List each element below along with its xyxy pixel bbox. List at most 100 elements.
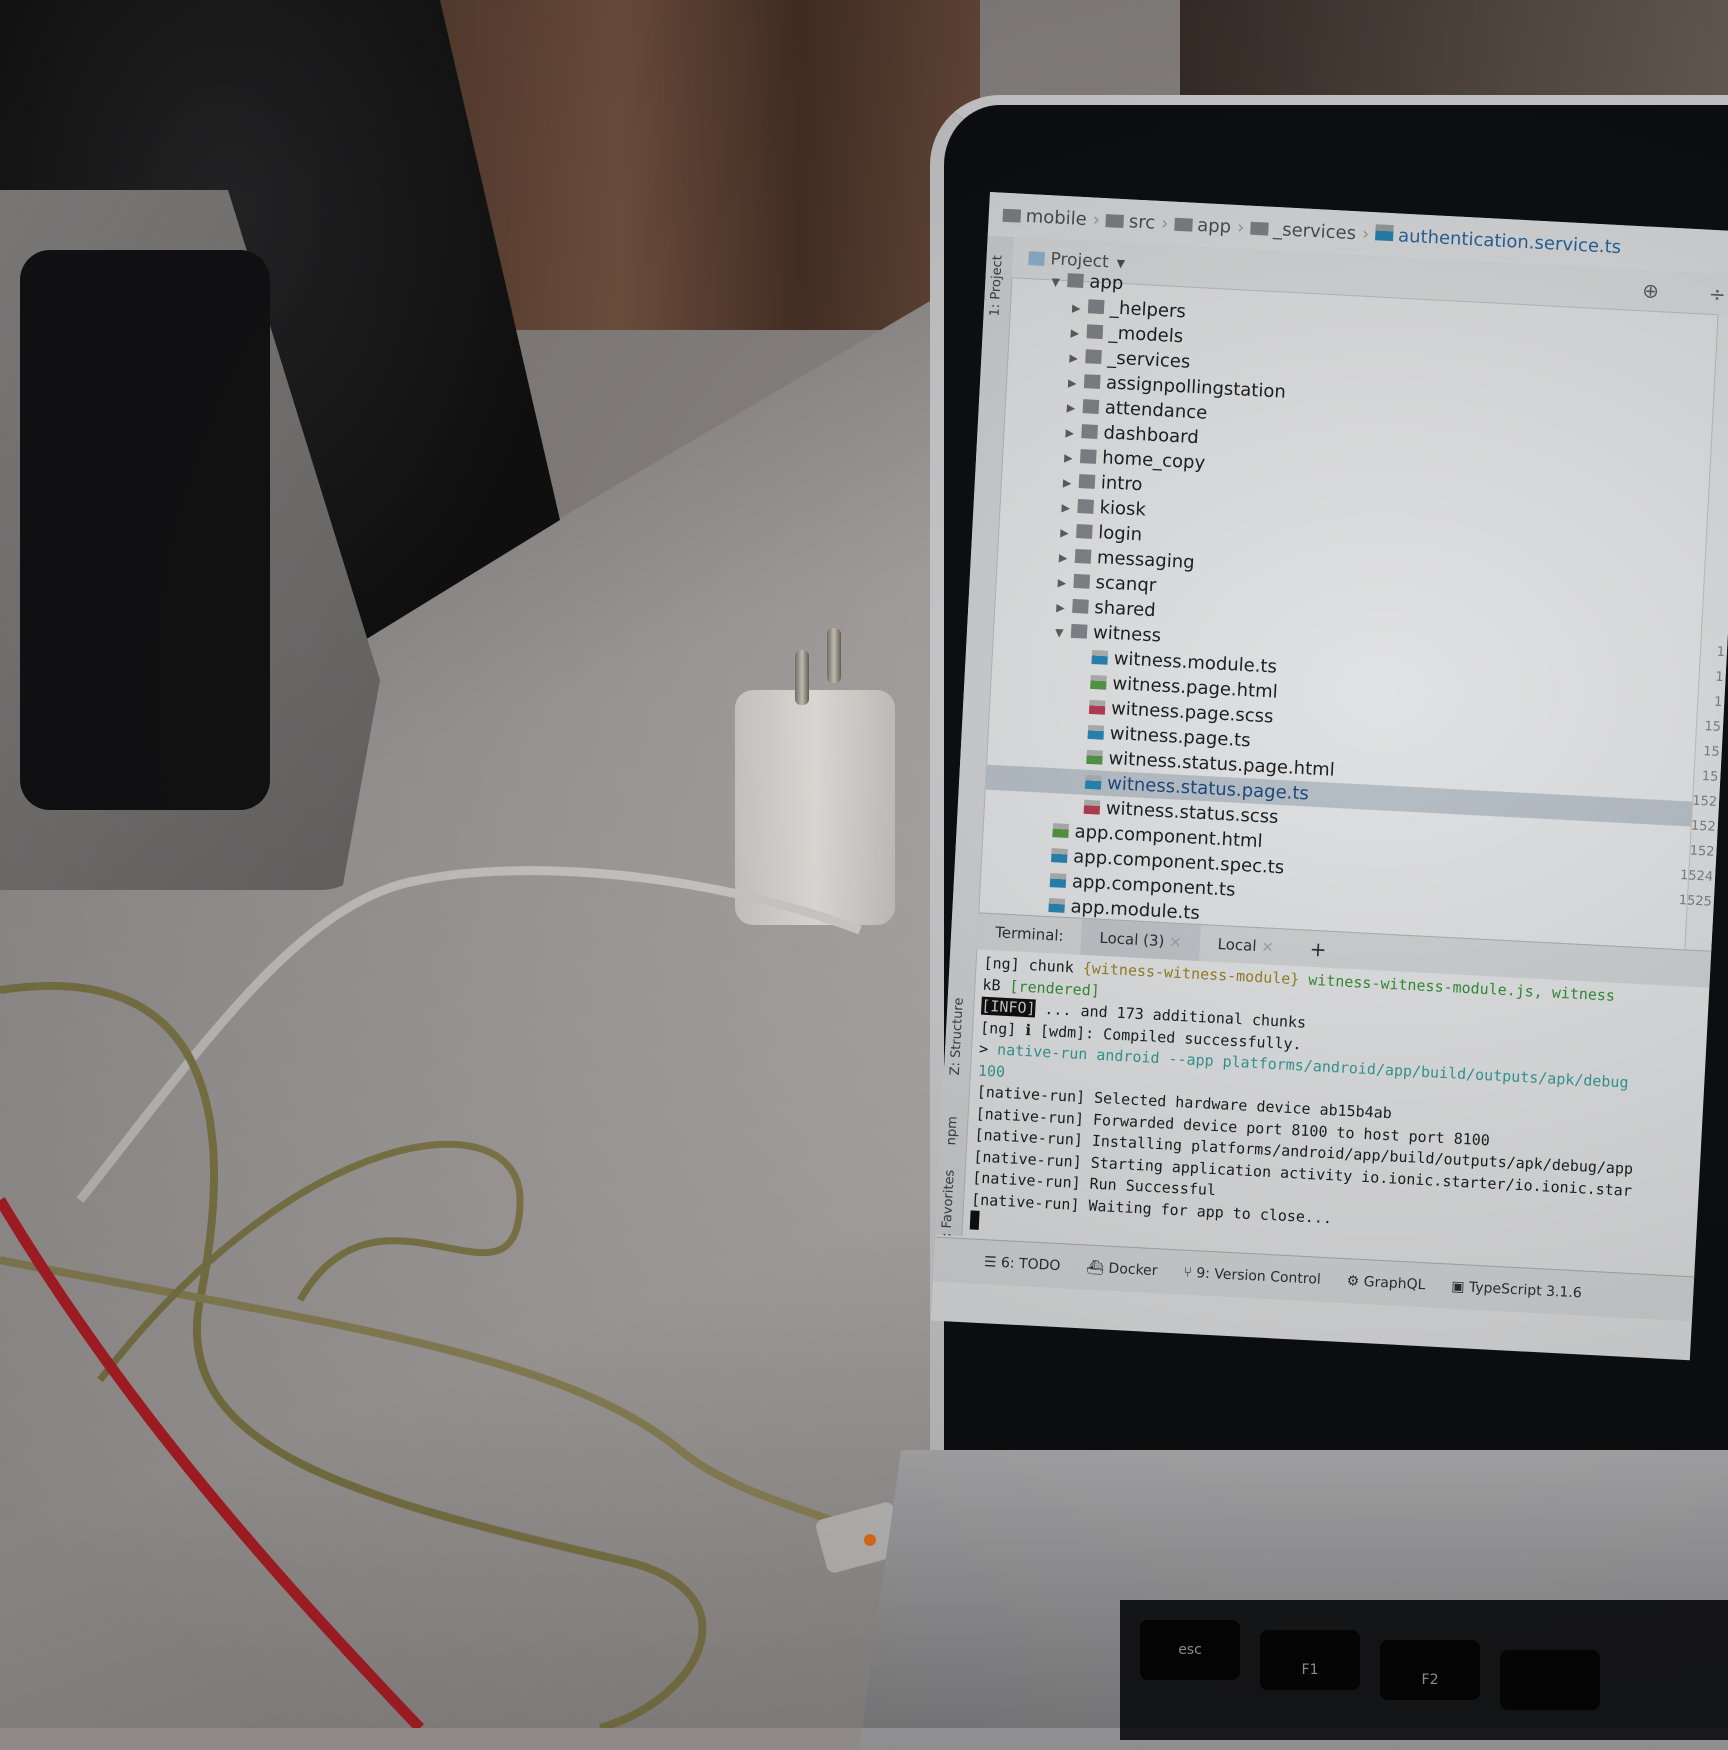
collapsed-arrow-icon[interactable]: ▶ xyxy=(1067,370,1084,396)
collapsed-arrow-icon[interactable]: ▶ xyxy=(1062,470,1079,496)
line-number: 1525 xyxy=(1678,893,1713,910)
scss-file-icon xyxy=(1083,799,1101,815)
project-icon xyxy=(1028,251,1045,266)
breadcrumb-item[interactable]: app xyxy=(1174,213,1232,237)
terminal-output[interactable]: [ng] chunk {witness-witness-module} witn… xyxy=(961,948,1710,1284)
chevron-down-icon[interactable]: ▼ xyxy=(1116,256,1125,269)
collapsed-arrow-icon[interactable]: ▶ xyxy=(1065,420,1082,446)
expanded-arrow-icon[interactable]: ▼ xyxy=(1054,620,1071,646)
tree-item-label: attendance xyxy=(1104,397,1208,424)
tree-item-label: witness xyxy=(1092,622,1162,647)
line-number: 1 xyxy=(1716,644,1726,661)
breadcrumb-item[interactable]: src xyxy=(1105,210,1156,233)
tree-item-label: intro xyxy=(1100,472,1143,496)
expanded-arrow-icon[interactable]: ▼ xyxy=(1051,269,1068,295)
ts-file-icon xyxy=(1084,774,1102,790)
graphql-tab[interactable]: ⚙ GraphQL xyxy=(1346,1273,1426,1293)
tree-item-label: shared xyxy=(1093,597,1157,622)
breadcrumb-item[interactable]: mobile xyxy=(1002,204,1087,230)
key-f1[interactable]: F1 xyxy=(1260,1630,1360,1690)
line-number: 15 xyxy=(1701,769,1719,785)
folder-icon xyxy=(1082,399,1100,414)
line-number: 152 xyxy=(1691,793,1718,810)
line-number: 152 xyxy=(1690,818,1717,835)
collapsed-arrow-icon[interactable]: ▶ xyxy=(1060,520,1077,546)
line-number: 1 xyxy=(1713,694,1723,711)
collapsed-arrow-icon[interactable]: ▶ xyxy=(1061,495,1078,521)
folder-icon xyxy=(1078,474,1096,489)
collapsed-arrow-icon[interactable]: ▶ xyxy=(1057,570,1074,596)
collapsed-arrow-icon[interactable]: ▶ xyxy=(1066,395,1083,421)
tree-item-label: _helpers xyxy=(1109,297,1187,323)
collapsed-arrow-icon[interactable]: ▶ xyxy=(1056,595,1073,621)
red-cable xyxy=(0,1197,424,1728)
tree-item-label: scanqr xyxy=(1095,572,1157,597)
collapsed-arrow-icon[interactable]: ▶ xyxy=(1069,345,1086,371)
line-number: 15 xyxy=(1702,744,1721,760)
folder-icon xyxy=(1073,573,1091,589)
folder-icon xyxy=(1070,623,1088,639)
html-file-icon xyxy=(1086,749,1103,765)
folder-icon xyxy=(1002,208,1022,223)
npm-tool-tab[interactable]: npm xyxy=(944,1116,961,1146)
keyboard: esc F1 F2 xyxy=(1120,1600,1728,1740)
tree-item-label: kiosk xyxy=(1099,497,1147,521)
folder-icon xyxy=(1079,449,1097,464)
tree-item-label: login xyxy=(1097,522,1143,546)
folder-icon xyxy=(1105,213,1125,228)
key-esc[interactable]: esc xyxy=(1140,1620,1240,1680)
folder-icon xyxy=(1086,324,1104,340)
folder-icon xyxy=(1249,221,1269,236)
project-tool-tab[interactable]: 1: Project xyxy=(988,255,1006,317)
tree-item-label: _models xyxy=(1108,322,1184,348)
new-terminal-button[interactable]: + xyxy=(1291,930,1346,969)
version-control-tab[interactable]: ⑂ 9: Version Control xyxy=(1183,1265,1321,1288)
line-number: 15 xyxy=(1704,719,1722,735)
folder-icon xyxy=(1085,349,1102,365)
typescript-tab[interactable]: ▣ TypeScript 3.1.6 xyxy=(1451,1279,1582,1302)
breadcrumb-item[interactable]: _services xyxy=(1249,217,1357,244)
collapsed-arrow-icon[interactable]: ▶ xyxy=(1071,295,1088,321)
key-f3[interactable] xyxy=(1500,1650,1600,1710)
folder-icon xyxy=(1083,374,1101,390)
ts-file-icon xyxy=(1051,848,1068,863)
tree-item-label: dashboard xyxy=(1103,422,1200,449)
todo-tab[interactable]: ☰ 6: TODO xyxy=(984,1254,1061,1274)
ide-window: mobile › src › app › _services › authenticat… xyxy=(930,192,1728,1361)
docker-tab[interactable]: ⛴ Docker xyxy=(1086,1260,1158,1280)
tree-item-label: messaging xyxy=(1096,547,1196,574)
tree-item-label: home_copy xyxy=(1101,447,1206,474)
breadcrumb-item[interactable]: authentication.service.ts xyxy=(1374,223,1622,258)
folder-icon xyxy=(1076,523,1093,539)
collapsed-arrow-icon[interactable]: ▶ xyxy=(1064,445,1081,471)
html-file-icon xyxy=(1090,674,1107,690)
collapsed-arrow-icon[interactable]: ▶ xyxy=(1070,320,1087,346)
line-number: 1524 xyxy=(1679,868,1714,885)
line-number: 1 xyxy=(1714,669,1724,686)
scss-file-icon xyxy=(1088,699,1106,715)
key-f2[interactable]: F2 xyxy=(1380,1640,1480,1700)
terminal-cursor xyxy=(969,1210,980,1230)
tree-item-label: _services xyxy=(1106,347,1191,373)
ts-file-icon xyxy=(1049,873,1067,888)
folder-icon xyxy=(1087,299,1105,315)
folder-icon xyxy=(1077,499,1095,514)
folder-icon xyxy=(1072,598,1089,614)
html-file-icon xyxy=(1052,823,1070,838)
close-icon[interactable]: × xyxy=(1261,937,1275,956)
ts-file-icon xyxy=(1091,649,1109,665)
favorites-tool-tab[interactable]: 2: Favorites xyxy=(939,1169,958,1245)
ts-file-icon xyxy=(1087,724,1105,740)
folder-icon xyxy=(1067,273,1084,289)
ts-file-icon xyxy=(1048,898,1066,913)
structure-tool-tab[interactable]: Z: Structure xyxy=(948,997,967,1076)
folder-icon xyxy=(1074,548,1092,564)
terminal-tab-local[interactable]: Local × xyxy=(1199,925,1293,966)
white-cable xyxy=(76,866,862,1203)
close-icon[interactable]: × xyxy=(1169,932,1183,951)
charging-led xyxy=(864,1534,876,1546)
collapsed-arrow-icon[interactable]: ▶ xyxy=(1058,545,1075,571)
tree-item-label: app xyxy=(1088,271,1124,295)
line-number: 152 xyxy=(1689,843,1715,860)
project-tree: ▼ app ▶ _helpers ▶ _models ▶ _services ▶ assignpo… xyxy=(978,271,1724,949)
